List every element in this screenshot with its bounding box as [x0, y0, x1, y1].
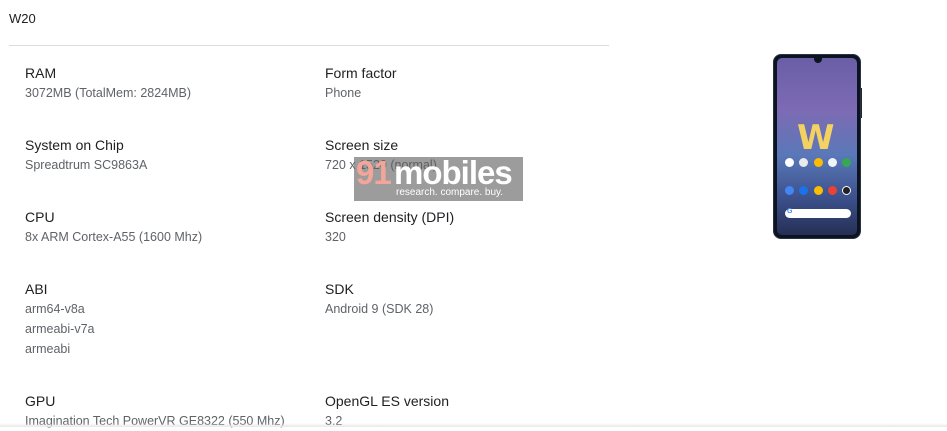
watermark-number: 91 — [356, 154, 392, 191]
device-title: W20 — [9, 11, 36, 26]
spec-label: OpenGL ES version — [325, 393, 449, 409]
spec-sdk: SDK Android 9 (SDK 28) — [325, 280, 433, 319]
spec-value: 8x ARM Cortex-A55 (1600 Mhz) — [25, 230, 203, 244]
device-image: W G — [773, 54, 861, 239]
spec-label: Form factor — [325, 65, 397, 81]
spec-value: Phone — [325, 86, 362, 100]
app-icon — [813, 186, 823, 195]
spec-value: arm64-v8a — [25, 302, 85, 316]
spec-value: Spreadtrum SC9863A — [25, 158, 148, 172]
watermark-tagline: research. compare. buy. — [396, 187, 504, 198]
google-search-bar: G — [785, 208, 851, 218]
dock-row — [785, 186, 851, 195]
spec-value: Android 9 (SDK 28) — [325, 302, 434, 316]
app-icon — [813, 158, 823, 167]
spec-label: GPU — [25, 393, 56, 409]
spec-value: 3072MB (TotalMem: 2824MB) — [25, 86, 192, 100]
spec-label: Screen size — [325, 137, 399, 153]
app-icon — [842, 186, 851, 195]
app-icon — [842, 158, 851, 167]
spec-label: Screen density (DPI) — [325, 209, 455, 225]
spec-form-factor: Form factor Phone — [325, 64, 397, 103]
spec-soc: System on Chip Spreadtrum SC9863A — [25, 136, 147, 175]
bottom-edge — [0, 423, 947, 427]
spec-cpu: CPU 8x ARM Cortex-A55 (1600 Mhz) — [25, 208, 202, 247]
header-divider — [9, 45, 609, 46]
app-icon — [799, 186, 809, 195]
spec-label: SDK — [325, 281, 354, 297]
wallpaper-logo: W — [797, 118, 834, 158]
spec-label: RAM — [25, 65, 57, 81]
app-row — [785, 158, 851, 167]
watermark-logo: 91 mobiles research. compare. buy. — [354, 154, 523, 201]
phone-notch — [814, 58, 822, 63]
google-g-icon: G — [787, 208, 793, 215]
spec-value: armeabi — [25, 342, 71, 356]
spec-label: System on Chip — [25, 137, 124, 153]
spec-value: Imagination Tech PowerVR GE8322 (550 Mhz… — [25, 414, 285, 428]
phone-screen: W G — [777, 58, 857, 235]
app-icon — [827, 158, 837, 167]
app-icon — [827, 186, 837, 195]
spec-abi: ABI arm64-v8a armeabi-v7a armeabi — [25, 280, 94, 359]
spec-label: CPU — [25, 209, 55, 225]
app-icon — [785, 158, 794, 167]
spec-label: ABI — [25, 281, 48, 297]
spec-value: 320 — [325, 230, 346, 244]
spec-ram: RAM 3072MB (TotalMem: 2824MB) — [25, 64, 191, 103]
app-icon — [799, 158, 809, 167]
spec-value: armeabi-v7a — [25, 322, 95, 336]
app-icon — [785, 186, 794, 195]
spec-value: 3.2 — [325, 414, 343, 428]
spec-screen-density: Screen density (DPI) 320 — [325, 208, 454, 247]
